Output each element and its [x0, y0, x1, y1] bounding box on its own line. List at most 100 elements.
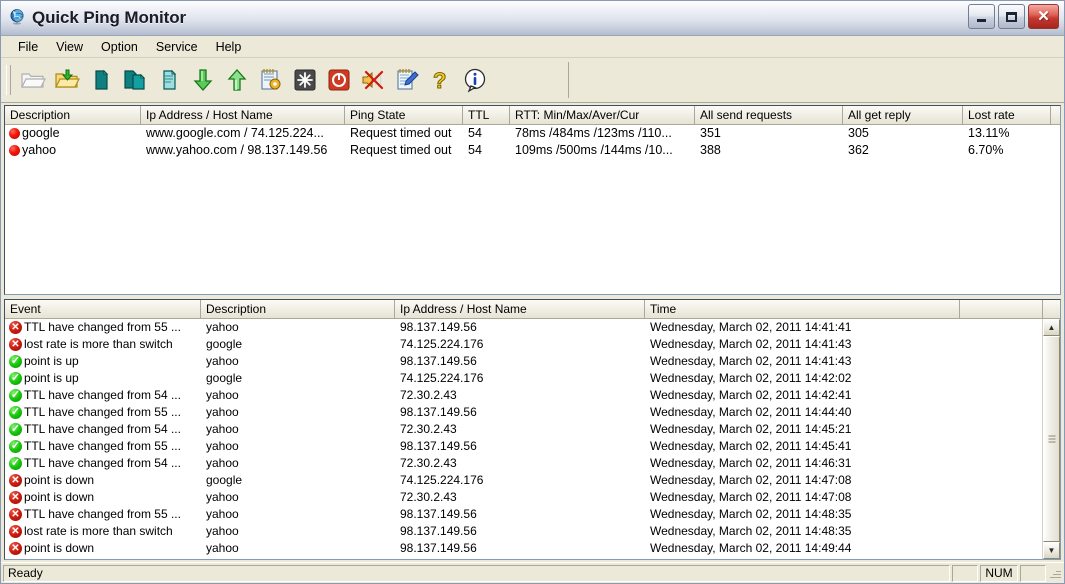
list-item[interactable]: ✕ point is down yahoo 98.137.149.56 Wednesda… — [5, 540, 1042, 557]
list-item[interactable]: ✓ TTL have changed from 54 ... yahoo 72.30.… — [5, 387, 1042, 404]
list-item[interactable]: ✓ TTL have changed from 55 ... yahoo 98.137… — [5, 404, 1042, 421]
pages-icon[interactable] — [118, 62, 152, 98]
status-ok-icon: ✓ — [9, 406, 22, 419]
column-header-description[interactable]: Description — [5, 106, 141, 124]
host-description: yahoo — [22, 143, 57, 157]
menu-item-file[interactable]: File — [9, 38, 47, 56]
event-description: google — [206, 337, 243, 351]
open-folder-icon[interactable] — [16, 62, 50, 98]
list-item[interactable]: ✕ lost rate is more than switch yahoo 98.13… — [5, 523, 1042, 540]
hosts-list-view[interactable]: Description Ip Address / Host Name Ping … — [4, 105, 1061, 295]
list-item[interactable]: ✓ TTL have changed from 55 ... yahoo 98.137… — [5, 438, 1042, 455]
list-item[interactable]: ✕ lost rate is more than switch google 74.1… — [5, 336, 1042, 353]
toolbar-grip[interactable] — [6, 65, 11, 95]
event-ip: 98.137.149.56 — [400, 405, 477, 419]
event-text: TTL have changed from 54 ... — [24, 388, 181, 402]
column-header-rtt[interactable]: RTT: Min/Max/Aver/Cur — [510, 106, 695, 124]
close-button[interactable]: ✕ — [1028, 4, 1059, 29]
column-header-ping-state[interactable]: Ping State — [345, 106, 463, 124]
host-send-requests: 388 — [700, 143, 721, 157]
svg-text:?: ? — [433, 68, 446, 93]
scroll-down-button[interactable]: ▼ — [1043, 542, 1060, 559]
notepad-pen-icon[interactable] — [390, 62, 424, 98]
event-time: Wednesday, March 02, 2011 14:47:08 — [650, 473, 852, 487]
resize-grip[interactable] — [1048, 566, 1062, 580]
column-header-get-reply[interactable]: All get reply — [843, 106, 963, 124]
arrow-up-icon[interactable] — [220, 62, 254, 98]
event-log-scrollbar[interactable]: ▲ ▼ — [1042, 319, 1060, 559]
event-log-list-view[interactable]: Event Description Ip Address / Host Name… — [4, 299, 1061, 560]
column-header-send-requests[interactable]: All send requests — [695, 106, 843, 124]
list-item[interactable]: ✓ point is up google 74.125.224.176 Wednesda… — [5, 370, 1042, 387]
table-row[interactable]: yahoo www.yahoo.com / 98.137.149.56 Requ… — [5, 142, 1060, 159]
toolbar: ? — [1, 58, 1064, 103]
status-dot-down-icon — [9, 128, 20, 139]
host-lost-rate: 6.70% — [968, 143, 1004, 157]
column-header-spacer[interactable] — [1051, 106, 1060, 124]
page-icon[interactable] — [84, 62, 118, 98]
window-controls: ✕ — [968, 4, 1059, 29]
scrollbar-track[interactable] — [1043, 336, 1060, 542]
host-address: www.google.com / 74.125.224... — [146, 126, 324, 140]
column-header-ttl[interactable]: TTL — [463, 106, 510, 124]
status-indicator-num: NUM — [980, 564, 1018, 582]
help-question-icon[interactable]: ? — [424, 62, 458, 98]
status-error-icon: ✕ — [9, 321, 22, 334]
list-item[interactable]: ✓ point is up yahoo 98.137.149.56 Wednesday,… — [5, 353, 1042, 370]
status-error-icon: ✕ — [9, 474, 22, 487]
menu-item-service[interactable]: Service — [147, 38, 207, 56]
column-header-lost-rate[interactable]: Lost rate — [963, 106, 1051, 124]
host-rtt: 109ms /500ms /144ms /10... — [515, 143, 673, 157]
status-error-icon: ✕ — [9, 508, 22, 521]
status-ok-icon: ✓ — [9, 389, 22, 402]
list-item[interactable]: ✓ TTL have changed from 54 ... yahoo 72.30.… — [5, 421, 1042, 438]
sound-muted-icon[interactable] — [356, 62, 390, 98]
event-ip: 72.30.2.43 — [400, 388, 457, 402]
host-ping-state: Request timed out — [350, 126, 452, 140]
event-time: Wednesday, March 02, 2011 14:41:43 — [650, 337, 852, 351]
hosts-rows: google www.google.com / 74.125.224... Re… — [5, 125, 1060, 159]
power-icon[interactable] — [322, 62, 356, 98]
maximize-button[interactable] — [998, 4, 1025, 29]
column-header-spacer[interactable] — [960, 300, 1043, 318]
scroll-up-button[interactable]: ▲ — [1043, 319, 1060, 336]
page-blank-icon[interactable] — [152, 62, 186, 98]
menu-item-help[interactable]: Help — [207, 38, 251, 56]
event-ip: 98.137.149.56 — [400, 507, 477, 521]
list-item[interactable]: ✓ TTL have changed from 54 ... yahoo 72.30.… — [5, 455, 1042, 472]
event-log-rows[interactable]: ✕ TTL have changed from 55 ... yahoo 98.137… — [5, 319, 1042, 559]
event-text: TTL have changed from 54 ... — [24, 456, 181, 470]
event-log-body: ✕ TTL have changed from 55 ... yahoo 98.137… — [5, 319, 1060, 559]
menu-item-view[interactable]: View — [47, 38, 92, 56]
column-header-ip-address[interactable]: Ip Address / Host Name — [395, 300, 645, 318]
notepad-gear-icon[interactable] — [254, 62, 288, 98]
event-ip: 74.125.224.176 — [400, 371, 484, 385]
column-header-event[interactable]: Event — [5, 300, 201, 318]
status-ok-icon: ✓ — [9, 372, 22, 385]
menu-item-option[interactable]: Option — [92, 38, 147, 56]
table-row[interactable]: google www.google.com / 74.125.224... Re… — [5, 125, 1060, 142]
event-time: Wednesday, March 02, 2011 14:44:40 — [650, 405, 852, 419]
list-item[interactable]: ✕ point is down yahoo 72.30.2.43 Wednesday, … — [5, 489, 1042, 506]
asterisk-icon[interactable] — [288, 62, 322, 98]
event-ip: 98.137.149.56 — [400, 354, 477, 368]
arrow-down-icon[interactable] — [186, 62, 220, 98]
column-header-description[interactable]: Description — [201, 300, 395, 318]
event-description: yahoo — [206, 405, 239, 419]
import-folder-icon[interactable] — [50, 62, 84, 98]
scrollbar-thumb[interactable] — [1043, 336, 1060, 542]
info-icon[interactable] — [458, 62, 492, 98]
event-description: google — [206, 473, 243, 487]
list-item[interactable]: ✕ point is down google 74.125.224.176 Wednes… — [5, 472, 1042, 489]
event-time: Wednesday, March 02, 2011 14:42:41 — [650, 388, 852, 402]
list-item[interactable]: ✕ TTL have changed from 55 ... yahoo 98.137… — [5, 319, 1042, 336]
scrollbar-header-corner — [1043, 300, 1060, 318]
event-time: Wednesday, March 02, 2011 14:47:08 — [650, 490, 852, 504]
event-time: Wednesday, March 02, 2011 14:41:41 — [650, 320, 852, 334]
column-header-time[interactable]: Time — [645, 300, 960, 318]
minimize-button[interactable] — [968, 4, 995, 29]
column-header-ip-address[interactable]: Ip Address / Host Name — [141, 106, 345, 124]
list-item[interactable]: ✕ TTL have changed from 55 ... yahoo 98.137… — [5, 506, 1042, 523]
status-dot-down-icon — [9, 145, 20, 156]
host-get-reply: 305 — [848, 126, 869, 140]
